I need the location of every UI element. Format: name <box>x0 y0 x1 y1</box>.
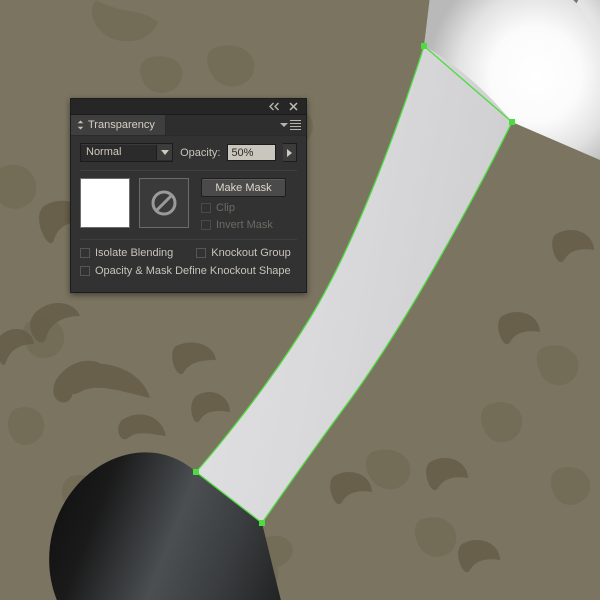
blend-mode-select[interactable]: Normal <box>80 143 174 162</box>
panel-titlebar[interactable] <box>71 99 306 115</box>
transparency-panel[interactable]: Transparency Normal Opacity: 50% Make Ma… <box>70 98 307 293</box>
knockout-group-label: Knockout Group <box>211 247 291 259</box>
blending-options-row: Isolate Blending Knockout Group <box>80 247 297 259</box>
anchor-point <box>509 119 515 125</box>
blend-opacity-row: Normal Opacity: 50% <box>80 143 297 162</box>
clip-label: Clip <box>216 202 235 214</box>
chevron-right-icon <box>286 148 292 157</box>
divider <box>80 239 297 240</box>
thumbnails-actions-row: Make Mask Clip Invert Mask <box>80 178 297 231</box>
invert-mask-checkbox[interactable] <box>201 220 211 230</box>
clip-checkbox[interactable] <box>201 203 211 213</box>
panel-menu-lines-icon <box>290 120 301 130</box>
invert-mask-checkbox-row[interactable]: Invert Mask <box>201 219 286 231</box>
no-mask-prohibited-icon <box>150 189 178 217</box>
isolate-blending-label: Isolate Blending <box>95 247 174 259</box>
mask-thumbnail[interactable] <box>139 178 189 228</box>
panel-menu-icon[interactable] <box>280 120 301 130</box>
blend-mode-value: Normal <box>86 146 122 158</box>
anchor-point <box>259 520 265 526</box>
chevron-down-icon[interactable] <box>156 145 173 160</box>
anchor-point <box>421 43 427 49</box>
opacity-mask-knockout-checkbox[interactable] <box>80 266 90 276</box>
close-icon[interactable] <box>289 101 300 112</box>
opacity-mask-knockout-row: Opacity & Mask Define Knockout Shape <box>80 265 297 277</box>
isolate-blending-checkbox[interactable] <box>80 248 90 258</box>
panel-tab-bar[interactable]: Transparency <box>71 115 306 136</box>
divider <box>80 170 297 171</box>
panel-body: Normal Opacity: 50% Make Mask Clip Inver… <box>71 136 306 292</box>
opacity-stepper-button[interactable] <box>282 143 297 162</box>
illustrator-canvas: Transparency Normal Opacity: 50% Make Ma… <box>0 0 600 600</box>
opacity-mask-knockout-label: Opacity & Mask Define Knockout Shape <box>95 265 291 277</box>
tab-transparency[interactable]: Transparency <box>71 115 166 135</box>
double-chevron-left-icon[interactable] <box>269 102 280 112</box>
knockout-group-checkbox[interactable] <box>196 248 207 258</box>
opacity-label: Opacity: <box>180 146 221 159</box>
double-chevron-vertical-icon[interactable] <box>77 120 84 130</box>
make-mask-button[interactable]: Make Mask <box>201 178 286 197</box>
invert-mask-label: Invert Mask <box>216 219 273 231</box>
tab-label: Transparency <box>88 119 155 131</box>
mask-actions: Make Mask Clip Invert Mask <box>198 178 286 231</box>
opacity-input[interactable]: 50% <box>227 144 276 161</box>
clip-checkbox-row[interactable]: Clip <box>201 202 286 214</box>
panel-menu-triangle-icon <box>280 123 288 127</box>
thumbnail-group <box>80 178 189 231</box>
anchor-point <box>193 469 199 475</box>
art-thumbnail[interactable] <box>80 178 130 228</box>
artboard[interactable] <box>0 0 600 600</box>
